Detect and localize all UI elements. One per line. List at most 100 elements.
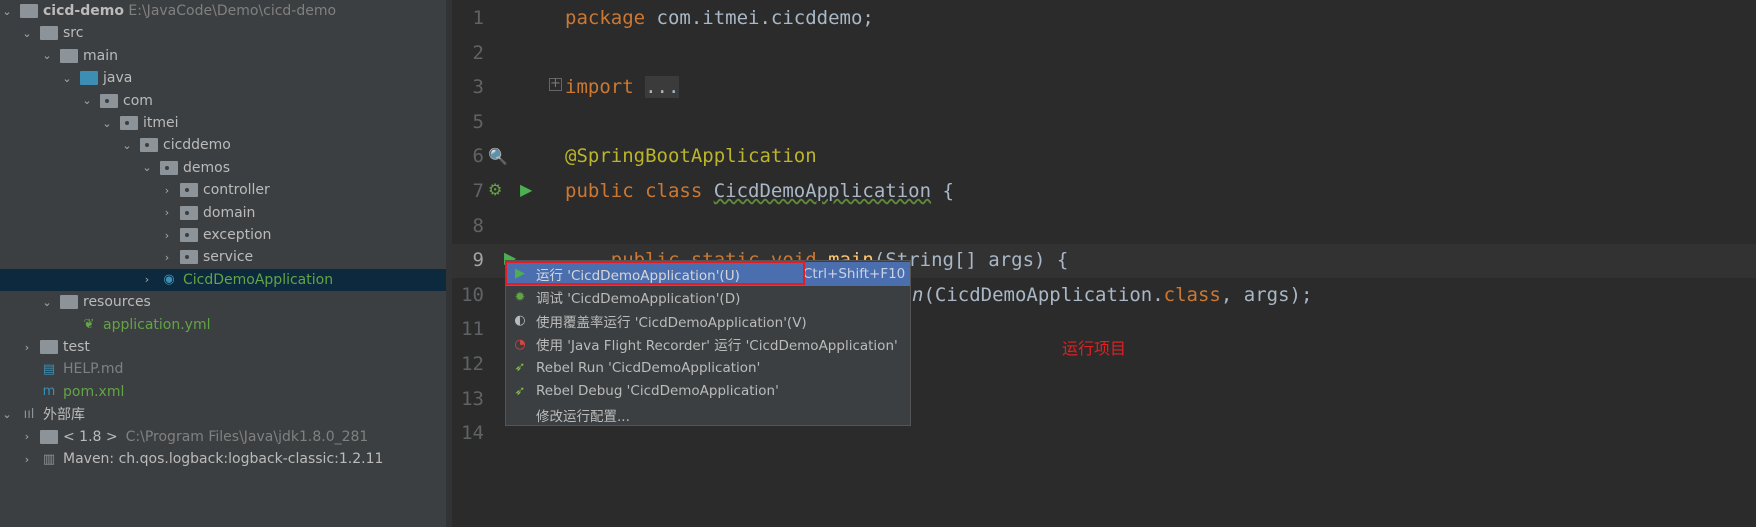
chevron-right-icon[interactable]: › bbox=[20, 430, 34, 443]
chevron-right-icon[interactable]: › bbox=[160, 184, 174, 197]
tree-item[interactable]: › domain bbox=[0, 202, 446, 224]
tree-item[interactable]: › exception bbox=[0, 224, 446, 246]
menu-shortcut: Ctrl+Shift+F10 bbox=[803, 265, 906, 282]
folder-icon bbox=[40, 340, 58, 354]
line-number: 3 bbox=[472, 76, 484, 99]
class-name: CicdDemoApplication bbox=[713, 180, 932, 202]
tree-item[interactable]: ⌄ demos bbox=[0, 157, 446, 179]
tree-item-label: 外部库 bbox=[43, 407, 85, 424]
chevron-right-icon[interactable]: › bbox=[140, 273, 154, 286]
line-number: 9 bbox=[472, 249, 484, 272]
menu-item[interactable]: ◔ 使用 'Java Flight Recorder' 运行 'CicdDemoA… bbox=[506, 333, 910, 357]
tree-item[interactable]: ⌄ itmei bbox=[0, 112, 446, 134]
chevron-right-icon[interactable]: › bbox=[160, 206, 174, 219]
tree-item[interactable]: ▤ HELP.md bbox=[0, 358, 446, 380]
args-end: , args); bbox=[1220, 284, 1313, 306]
folded-imports[interactable]: ... bbox=[645, 76, 680, 98]
chevron-right-icon[interactable]: › bbox=[20, 341, 34, 354]
line-number: 1 bbox=[472, 7, 484, 29]
spring-boot-class-icon: ◉ bbox=[163, 272, 175, 288]
chevron-down-icon[interactable]: ⌄ bbox=[100, 117, 114, 130]
tree-item[interactable]: › ◉ CicdDemoApplication bbox=[0, 268, 446, 291]
chevron-down-icon[interactable]: ⌄ bbox=[40, 296, 54, 309]
coverage-icon: ◐ bbox=[514, 313, 526, 329]
tree-item[interactable]: ⌄ java bbox=[0, 67, 446, 89]
package-icon bbox=[180, 205, 198, 220]
spring-config-icon: ❦ bbox=[83, 317, 95, 333]
tree-item-label: test bbox=[63, 339, 90, 355]
tree-item[interactable]: › test bbox=[0, 336, 446, 358]
menu-item[interactable]: ◐ 使用覆盖率运行 'CicdDemoApplication'(V) bbox=[506, 309, 910, 333]
fold-icon[interactable]: + bbox=[549, 77, 562, 91]
chevron-down-icon[interactable]: ⌄ bbox=[140, 161, 154, 174]
tree-item[interactable]: › ▥ Maven: ch.qos.logback:logback-classic:… bbox=[0, 448, 446, 470]
package-icon bbox=[120, 116, 138, 130]
jdk-path: C:\Program Files\Java\jdk1.8.0_281 bbox=[125, 428, 369, 445]
tree-item[interactable]: ⌄ resources bbox=[0, 291, 446, 313]
jrebel-run-icon: ➶ bbox=[514, 360, 526, 376]
menu-item-label: Rebel Run 'CicdDemoApplication' bbox=[536, 359, 761, 376]
library-icon: ▥ bbox=[42, 451, 56, 467]
tree-item-label: exception bbox=[203, 227, 272, 243]
menu-item[interactable]: ✹ 调试 'CicdDemoApplication'(D) bbox=[506, 286, 910, 310]
tree-item[interactable]: ⌄ ııl 外部库 bbox=[0, 403, 446, 425]
chevron-down-icon[interactable]: ⌄ bbox=[60, 72, 74, 85]
tree-item-label: com bbox=[123, 92, 153, 109]
tree-root[interactable]: ⌄ cicd-demo E:\JavaCode\Demo\cicd-demo bbox=[0, 0, 446, 22]
keyword: package bbox=[565, 7, 657, 29]
tree-item[interactable]: ⌄ src bbox=[0, 22, 446, 44]
tree-item[interactable]: ⌄ cicddemo bbox=[0, 134, 446, 156]
package-name: com.itmei.cicddemo; bbox=[656, 7, 874, 29]
module-folder-icon bbox=[20, 4, 38, 18]
run-gutter-icon[interactable]: ▶ bbox=[520, 180, 532, 199]
tree-item[interactable]: ❦ application.yml bbox=[0, 314, 446, 336]
keyword: class bbox=[1163, 284, 1221, 306]
chevron-down-icon[interactable]: ⌄ bbox=[20, 27, 34, 40]
chevron-down-icon[interactable]: ⌄ bbox=[80, 94, 94, 107]
package-icon bbox=[180, 228, 198, 242]
markdown-icon: ▤ bbox=[42, 361, 56, 377]
tree-item[interactable]: m pom.xml bbox=[0, 381, 446, 403]
jrebel-debug-icon: ➶ bbox=[514, 383, 526, 399]
jdk-folder-icon bbox=[40, 429, 58, 444]
menu-item[interactable]: 修改运行配置... bbox=[506, 403, 910, 427]
menu-item-label: 修改运行配置... bbox=[536, 408, 630, 425]
tree-item-label: java bbox=[103, 70, 133, 87]
tree-item-label: pom.xml bbox=[63, 383, 125, 400]
chevron-right-icon[interactable]: › bbox=[20, 453, 34, 466]
chevron-right-icon[interactable]: › bbox=[160, 229, 174, 242]
tree-item-label: main bbox=[83, 47, 118, 64]
menu-item[interactable]: ➶ Rebel Debug 'CicdDemoApplication' bbox=[506, 380, 910, 404]
args: (CicdDemoApplication. bbox=[923, 284, 1164, 306]
chevron-down-icon[interactable]: ⌄ bbox=[40, 49, 54, 62]
libraries-icon: ııl bbox=[23, 406, 35, 422]
code-line-1: package com.itmei.cicddemo; bbox=[565, 7, 874, 29]
menu-item-label: 使用 'Java Flight Recorder' 运行 'CicdDemoAp… bbox=[536, 338, 898, 355]
chevron-down-icon[interactable]: ⌄ bbox=[0, 408, 14, 421]
debug-icon: ✹ bbox=[514, 289, 526, 305]
package-icon bbox=[140, 138, 158, 153]
spring-bean-icon[interactable]: 🔍 bbox=[488, 147, 508, 166]
tree-item[interactable]: › controller bbox=[0, 179, 446, 201]
folder-icon bbox=[60, 48, 78, 63]
tree-item[interactable]: › < 1.8 > C:\Program Files\Java\jdk1.8.0_2… bbox=[0, 426, 446, 448]
source-folder-icon bbox=[80, 71, 98, 86]
code-line-3: import ... bbox=[565, 76, 680, 98]
brace: { bbox=[931, 180, 954, 202]
tree-item[interactable]: › service bbox=[0, 246, 446, 268]
line-number: 14 bbox=[461, 422, 484, 445]
tree-item[interactable]: ⌄ com bbox=[0, 90, 446, 112]
menu-item-label: 使用覆盖率运行 'CicdDemoApplication'(V) bbox=[536, 314, 807, 331]
tree-item-label: controller bbox=[203, 182, 270, 199]
menu-item[interactable]: ➶ Rebel Run 'CicdDemoApplication' bbox=[506, 356, 910, 380]
chevron-down-icon[interactable]: ⌄ bbox=[0, 5, 14, 18]
project-name: cicd-demo bbox=[43, 3, 124, 19]
tree-item[interactable]: ⌄ main bbox=[0, 45, 446, 67]
chevron-down-icon[interactable]: ⌄ bbox=[120, 139, 134, 152]
chevron-right-icon[interactable]: › bbox=[160, 251, 174, 264]
tree-item-label: demos bbox=[183, 159, 230, 176]
code-line-6: @SpringBootApplication bbox=[565, 145, 817, 167]
project-path: E:\JavaCode\Demo\cicd-demo bbox=[128, 3, 337, 19]
tree-item-label: < 1.8 > bbox=[63, 428, 118, 445]
spring-boot-icon[interactable]: ⚙ bbox=[488, 180, 502, 199]
